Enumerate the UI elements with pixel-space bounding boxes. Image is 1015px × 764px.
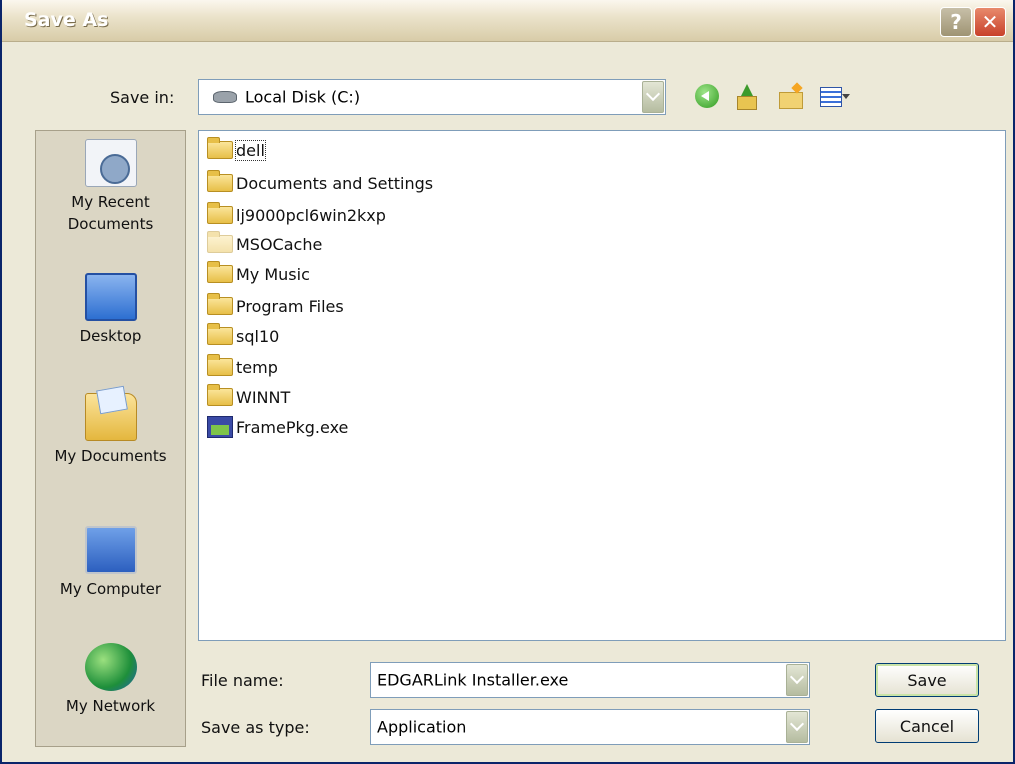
save-as-dialog: Save As ? ✕ Save in: Local Disk (C:) My …	[0, 0, 1015, 764]
place-label: My Documents	[54, 447, 167, 465]
window-title: Save As	[24, 9, 109, 31]
chevron-down-icon	[789, 716, 805, 732]
back-icon[interactable]	[695, 84, 719, 108]
file-list[interactable]: dell Documents and Settings lj9000pcl6wi…	[198, 130, 1006, 641]
file-name: WINNT	[236, 387, 291, 407]
folder-icon	[207, 202, 233, 224]
list-item[interactable]: MSOCache	[207, 231, 322, 257]
desktop-icon	[84, 273, 137, 321]
place-my-computer[interactable]: My Computer	[36, 526, 185, 600]
places-bar: My Recent Documents Desktop My Documents…	[35, 130, 186, 747]
file-name: FramePkg.exe	[236, 417, 349, 437]
file-name-value: EDGARLink Installer.exe	[377, 670, 569, 690]
folder-icon	[207, 261, 233, 283]
folder-icon	[207, 293, 233, 315]
place-my-network[interactable]: My Network	[36, 643, 185, 717]
save-as-type-dropdown-button[interactable]	[786, 711, 808, 743]
list-item[interactable]: dell	[207, 137, 266, 163]
file-name: My Music	[236, 264, 310, 284]
my-computer-icon	[84, 526, 137, 574]
file-name: sql10	[236, 326, 280, 346]
cancel-button[interactable]: Cancel	[875, 709, 979, 743]
chevron-down-icon	[789, 669, 805, 685]
place-label: My Computer	[59, 580, 162, 598]
save-button[interactable]: Save	[875, 663, 979, 697]
local-disk-icon	[213, 91, 237, 103]
save-as-type-value: Application	[377, 717, 467, 737]
file-name-dropdown-button[interactable]	[786, 664, 808, 696]
save-in-value: Local Disk (C:)	[245, 87, 361, 107]
file-name: lj9000pcl6win2kxp	[236, 205, 386, 225]
save-in-dropdown[interactable]: Local Disk (C:)	[198, 79, 666, 115]
folder-icon	[207, 323, 233, 345]
my-documents-icon	[84, 393, 137, 441]
hidden-folder-icon	[207, 231, 233, 253]
file-name: Program Files	[236, 296, 344, 316]
list-item[interactable]: temp	[207, 354, 278, 380]
place-label: My Recent Documents	[67, 193, 154, 233]
file-name-field[interactable]: EDGARLink Installer.exe	[370, 662, 810, 698]
folder-icon	[207, 384, 233, 406]
new-folder-icon[interactable]	[779, 84, 803, 109]
list-item[interactable]: WINNT	[207, 384, 290, 410]
save-in-dropdown-button[interactable]	[642, 81, 664, 113]
list-item[interactable]: Documents and Settings	[207, 170, 433, 196]
recent-documents-icon	[84, 139, 137, 187]
folder-icon	[207, 170, 233, 192]
my-network-icon	[84, 643, 137, 691]
file-name: dell	[235, 139, 266, 161]
close-icon: ✕	[981, 10, 999, 34]
save-as-type-dropdown[interactable]: Application	[370, 709, 810, 745]
chevron-down-icon	[645, 86, 661, 102]
folder-icon	[207, 137, 233, 159]
help-button[interactable]: ?	[940, 7, 972, 37]
list-item[interactable]: FramePkg.exe	[207, 414, 348, 440]
place-desktop[interactable]: Desktop	[36, 273, 185, 347]
file-name-label: File name:	[201, 671, 284, 690]
file-name: MSOCache	[236, 234, 323, 254]
file-name: Documents and Settings	[236, 173, 434, 193]
views-menu-icon[interactable]	[820, 84, 850, 108]
place-label: My Network	[65, 697, 156, 715]
list-item[interactable]: Program Files	[207, 293, 344, 319]
list-item[interactable]: sql10	[207, 323, 279, 349]
place-my-recent-documents[interactable]: My Recent Documents	[36, 139, 185, 235]
help-icon: ?	[950, 10, 962, 34]
close-button[interactable]: ✕	[974, 7, 1006, 37]
place-my-documents[interactable]: My Documents	[36, 393, 185, 467]
title-bar[interactable]: Save As ? ✕	[2, 0, 1013, 42]
up-one-level-icon[interactable]	[735, 84, 759, 110]
file-name: temp	[236, 357, 278, 377]
list-item[interactable]: lj9000pcl6win2kxp	[207, 202, 386, 228]
list-item[interactable]: My Music	[207, 261, 310, 287]
save-as-type-label: Save as type:	[201, 718, 310, 737]
application-icon	[207, 416, 233, 438]
save-in-label: Save in:	[110, 88, 175, 107]
folder-icon	[207, 354, 233, 376]
place-label: Desktop	[79, 327, 142, 345]
